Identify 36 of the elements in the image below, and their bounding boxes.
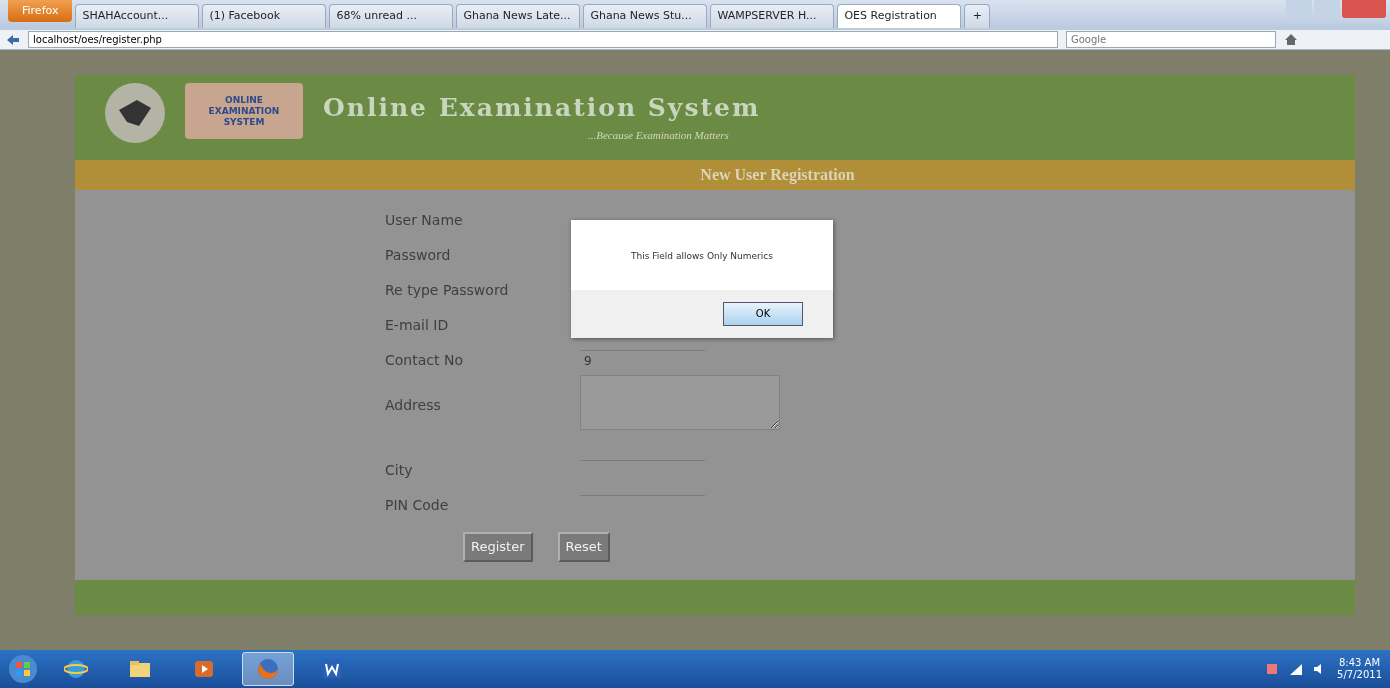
browser-tab[interactable]: SHAHAccount... (75, 4, 200, 28)
site-tagline: ...Because Examination Matters (588, 127, 730, 143)
browser-tab[interactable]: Ghana News Stu... (583, 4, 708, 28)
input-field[interactable]: 9 (580, 350, 705, 370)
field-label: PIN Code (385, 496, 450, 515)
field-label: E-mail ID (385, 316, 450, 335)
browser-tab[interactable]: WAMPSERVER H... (710, 4, 835, 28)
clock-date: 5/7/2011 (1337, 669, 1382, 681)
ok-button[interactable]: OK (723, 301, 803, 326)
alert-message: This Field allows Only Numerics (630, 250, 774, 263)
field-label: User Name (385, 211, 464, 230)
field-label: Password (385, 246, 452, 265)
search-field[interactable]: Google (1066, 31, 1276, 48)
start-button[interactable] (8, 654, 38, 684)
home-icon[interactable] (1284, 33, 1298, 46)
field-label: Address (385, 396, 442, 415)
flag-icon[interactable] (1265, 662, 1280, 676)
signal-icon[interactable] (1289, 662, 1304, 676)
browser-tab[interactable]: 68% unread ... (329, 4, 454, 28)
browser-tab[interactable]: Ghana News Late... (456, 4, 581, 28)
reset-button[interactable]: Reset (557, 532, 610, 562)
back-icon[interactable] (6, 33, 20, 46)
register-button[interactable]: Register (463, 532, 533, 562)
address-field[interactable]: localhost/oes/register.php (28, 31, 1058, 48)
site-title: Online Examination System (323, 92, 761, 124)
section-title: New User Registration (75, 160, 1355, 190)
clock-time: 8:43 AM (1338, 657, 1382, 669)
new-tab-button[interactable]: + (964, 4, 991, 28)
field-label: Re type Password (385, 281, 510, 300)
browser-tab[interactable]: OES Registration (837, 4, 962, 28)
field-label: Contact No (385, 351, 464, 370)
document-w-icon (320, 657, 344, 681)
field-label: City (385, 461, 414, 480)
browser-tab[interactable]: (1) Facebook (202, 4, 327, 28)
logo-text: ONLINE EXAMINATION SYSTEM (185, 83, 303, 139)
taskbar-button[interactable] (242, 652, 294, 686)
